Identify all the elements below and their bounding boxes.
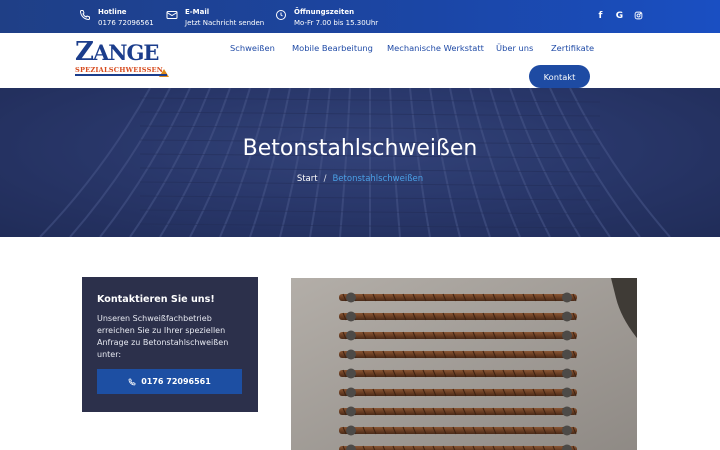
email-value: Jetzt Nachricht senden (185, 19, 265, 27)
email-title: E-Mail (185, 8, 210, 16)
facebook-icon[interactable]: f (595, 10, 606, 21)
top-info-bar: Hotline 0176 72096561 E-Mail Jetzt Nachr… (0, 0, 720, 33)
nav-zertifikate[interactable]: Zertifikate (551, 43, 594, 53)
nav-schweissen[interactable]: Schweißen (230, 43, 275, 53)
logo-underline (75, 74, 167, 76)
hero-banner: Betonstahlschweißen Start / Betonstahlschw… (0, 88, 720, 237)
email-item[interactable]: E-Mail Jetzt Nachricht senden (166, 7, 264, 28)
logo-word: ZANGE (75, 37, 159, 67)
logo[interactable]: ZANGE SPEZIALSCHWEISSEN (75, 39, 169, 83)
page-title: Betonstahlschweißen (242, 136, 478, 161)
hero-background-image (0, 88, 720, 237)
main-header: ZANGE SPEZIALSCHWEISSEN Schweißen Mobile… (0, 33, 720, 88)
contact-card-text: Unseren Schweißfachbetrieb erreichen Sie… (97, 314, 229, 359)
breadcrumb: Start / Betonstahlschweißen (0, 174, 720, 184)
phone-icon (79, 9, 91, 21)
mail-icon (166, 9, 178, 21)
hours-item: Öffnungszeiten Mo-Fr 7.00 bis 15.30Uhr (275, 7, 378, 28)
call-button-label: 0176 72096561 (141, 377, 211, 386)
clock-icon (275, 9, 287, 21)
hours-title: Öffnungszeiten (294, 8, 355, 16)
social-links: f G (595, 10, 644, 21)
kontakt-button[interactable]: Kontakt (529, 65, 590, 88)
nav-mechanische-werkstatt[interactable]: Mechanische Werkstatt (387, 43, 484, 53)
breadcrumb-start[interactable]: Start (297, 174, 318, 184)
phone-icon (128, 378, 136, 385)
hotline-item[interactable]: Hotline 0176 72096561 (79, 7, 154, 28)
call-button[interactable]: 0176 72096561 (97, 369, 242, 394)
rebar-welding-photo (291, 278, 637, 450)
nav-mobile-bearbeitung[interactable]: Mobile Bearbeitung (292, 43, 373, 53)
nav-ueber-uns[interactable]: Über uns (496, 43, 533, 53)
contact-card: Kontaktieren Sie uns! Unseren Schweißfac… (82, 277, 258, 412)
instagram-icon[interactable] (633, 10, 644, 21)
logo-subtitle: SPEZIALSCHWEISSEN (75, 66, 163, 74)
breadcrumb-separator: / (323, 174, 327, 184)
hotline-value: 0176 72096561 (98, 19, 154, 27)
hours-value: Mo-Fr 7.00 bis 15.30Uhr (294, 19, 379, 27)
contact-card-title: Kontaktieren Sie uns! (97, 294, 215, 305)
google-icon[interactable]: G (614, 10, 625, 21)
breadcrumb-current: Betonstahlschweißen (332, 174, 424, 184)
hotline-title: Hotline (98, 8, 127, 16)
